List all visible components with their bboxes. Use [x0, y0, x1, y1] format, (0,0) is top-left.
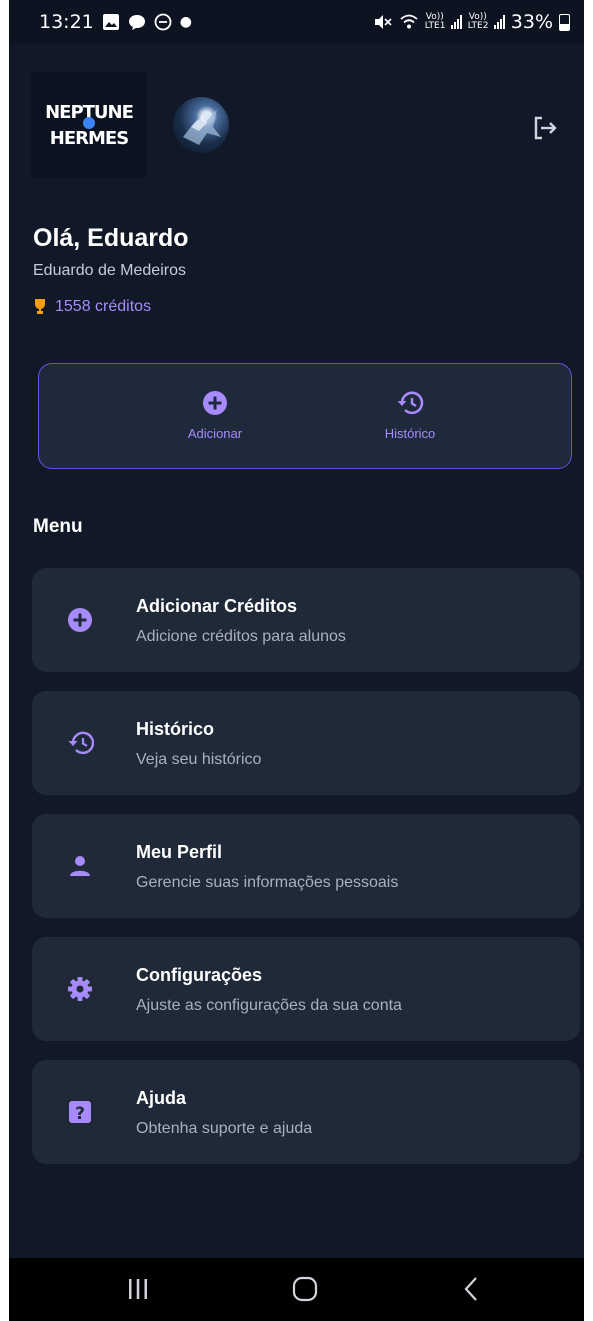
- quick-history-label: Histórico: [384, 426, 436, 441]
- battery-icon: [559, 13, 570, 31]
- menu-item-title: Ajuda: [136, 1088, 187, 1108]
- menu-item-subtitle: Adicione créditos para alunos: [136, 628, 346, 645]
- recent-apps-button[interactable]: [127, 1276, 149, 1302]
- logout-icon: [534, 116, 557, 140]
- mute-icon: [374, 15, 392, 29]
- home-button[interactable]: [291, 1276, 319, 1302]
- app-logo: NEPTUNE HERMES: [31, 72, 147, 178]
- menu-item-settings[interactable]: Configurações Ajuste as configurações da…: [32, 937, 580, 1041]
- quick-add-label: Adicionar: [187, 426, 243, 441]
- greeting-title: Olá, Eduardo: [33, 224, 189, 252]
- battery-percent: 33%: [510, 11, 553, 33]
- signal-icon: [493, 15, 505, 29]
- neptune-hermes-logo: NEPTUNE HERMES: [45, 102, 134, 149]
- menu-heading: Menu: [33, 516, 83, 537]
- gallery-notification-icon: [102, 14, 119, 30]
- avatar-image: [183, 109, 221, 145]
- help-icon: ?: [69, 1101, 91, 1124]
- menu-item-profile[interactable]: Meu Perfil Gerencie suas informações pes…: [32, 814, 580, 918]
- menu-item-subtitle: Veja seu histórico: [136, 751, 262, 768]
- dot-notification-icon: ●: [179, 14, 192, 30]
- trophy-icon: [35, 299, 45, 314]
- menu-item-subtitle: Obtenha suporte e ajuda: [136, 1120, 313, 1137]
- menu-item-title: Meu Perfil: [136, 842, 223, 862]
- menu-item-subtitle: Ajuste as configurações da sua conta: [136, 997, 402, 1014]
- system-navigation-bar: [9, 1258, 584, 1321]
- logout-button[interactable]: [529, 112, 561, 144]
- plus-circle-icon: [203, 391, 227, 415]
- credits-balance: 1558 créditos: [33, 298, 151, 316]
- status-bar: 13:21 ● Vo)) LTE1 Vo)) LTE2 33%: [9, 0, 584, 44]
- svg-text:?: ?: [75, 1104, 85, 1124]
- sim1-label: Vo)) LTE1: [424, 12, 446, 31]
- credits-label: 1558 créditos: [55, 298, 152, 315]
- menu-item-help[interactable]: ? Ajuda Obtenha suporte e ajuda: [32, 1060, 580, 1164]
- history-icon: [68, 731, 94, 755]
- person-icon: [70, 856, 90, 876]
- app-screen: 13:21 ● Vo)) LTE1 Vo)) LTE2 33% NEPTUNE …: [9, 0, 584, 1321]
- menu-item-history[interactable]: Histórico Veja seu histórico: [32, 691, 580, 795]
- back-button[interactable]: [461, 1276, 481, 1302]
- history-icon: [397, 391, 424, 415]
- signal-icon: [450, 15, 462, 29]
- status-time: 13:21: [39, 11, 94, 33]
- quick-actions-panel: Adicionar Histórico: [38, 363, 572, 469]
- chat-notification-icon: [128, 15, 145, 30]
- menu-item-title: Configurações: [136, 965, 263, 985]
- wifi-icon: [400, 14, 418, 29]
- plus-circle-icon: [68, 608, 92, 632]
- menu-item-subtitle: Gerencie suas informações pessoais: [136, 874, 399, 891]
- menu-item-add-credits[interactable]: Adicionar Créditos Adicione créditos par…: [32, 568, 580, 672]
- gear-icon: [68, 977, 92, 1001]
- user-full-name: Eduardo de Medeiros: [33, 262, 186, 279]
- avatar[interactable]: [173, 97, 229, 153]
- quick-add-button[interactable]: Adicionar: [155, 390, 275, 441]
- dnd-icon: [154, 13, 172, 31]
- menu-item-title: Histórico: [136, 719, 215, 739]
- svg-text:HERMES: HERMES: [50, 128, 128, 149]
- quick-history-button[interactable]: Histórico: [350, 390, 470, 441]
- sim2-label: Vo)) LTE2: [467, 12, 489, 31]
- menu-item-title: Adicionar Créditos: [136, 596, 298, 616]
